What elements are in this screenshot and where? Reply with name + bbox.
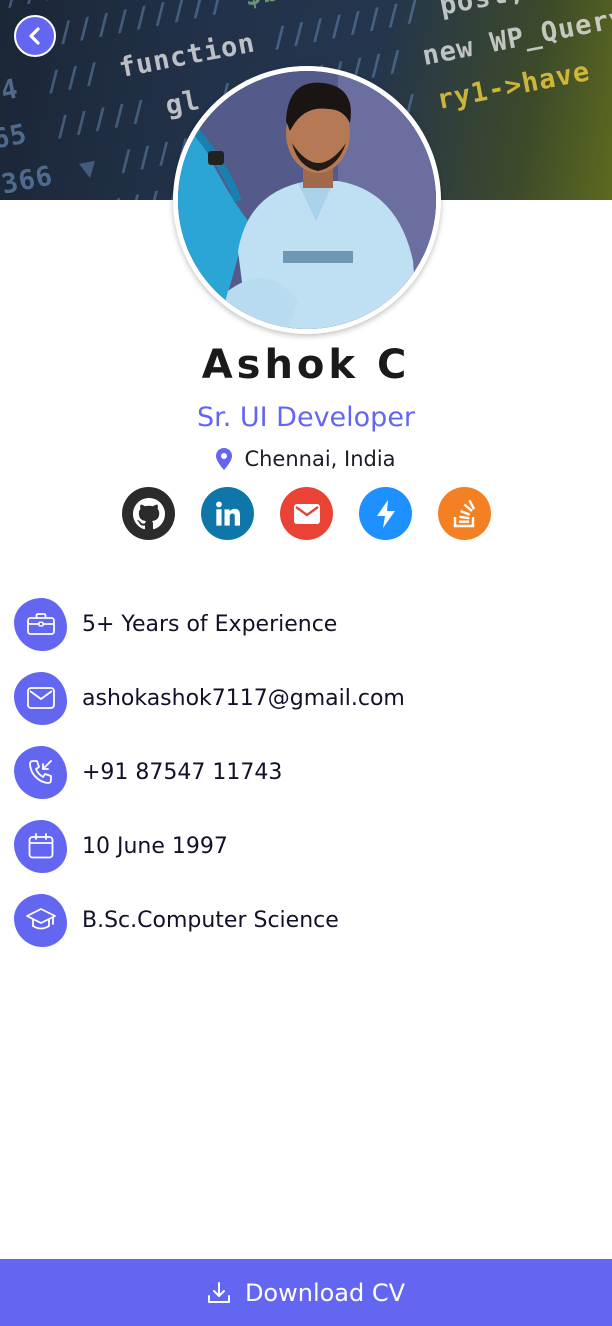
download-icon — [207, 1281, 230, 1303]
email-button[interactable] — [280, 487, 333, 540]
info-text: 10 June 1997 — [82, 833, 228, 859]
calendar-icon-badge — [14, 819, 67, 873]
profile-page: ////////// wp_query 3/////////// $best_r… — [0, 0, 612, 1326]
graduation-cap-icon-badge — [14, 893, 67, 947]
lightning-icon — [376, 499, 395, 528]
linkedin-icon — [215, 501, 240, 526]
info-education: B.Sc.Computer Science — [14, 893, 405, 947]
location-pin-icon — [216, 448, 233, 470]
info-text[interactable]: +91 87547 11743 — [82, 760, 282, 785]
mail-icon-badge — [14, 671, 67, 725]
chevron-left-icon — [29, 27, 40, 45]
linkedin-button[interactable] — [201, 487, 254, 540]
location-text: Chennai, India — [244, 447, 396, 471]
calendar-icon — [28, 833, 53, 859]
info-phone: +91 87547 11743 — [14, 745, 405, 799]
info-experience: 5+ Years of Experience — [14, 597, 405, 651]
download-cv-button[interactable]: Download CV — [0, 1259, 612, 1326]
info-email: ashokashok7117@gmail.com — [14, 671, 405, 725]
phone-icon-badge — [14, 745, 67, 799]
mail-icon — [293, 503, 320, 524]
briefcase-icon — [26, 613, 55, 635]
info-text: 5+ Years of Experience — [82, 611, 338, 637]
mail-icon — [26, 687, 55, 709]
briefcase-icon-badge — [14, 597, 67, 651]
stackoverflow-icon — [453, 499, 475, 527]
github-button[interactable] — [122, 487, 175, 540]
avatar-photo — [178, 71, 436, 329]
info-text: B.Sc.Computer Science — [82, 907, 339, 933]
github-icon — [132, 497, 165, 529]
back-button[interactable] — [14, 15, 56, 57]
lightning-button[interactable] — [359, 487, 412, 540]
info-text[interactable]: ashokashok7117@gmail.com — [82, 686, 405, 711]
profile-role: Sr. UI Developer — [196, 402, 416, 433]
avatar — [173, 66, 441, 334]
stackoverflow-button[interactable] — [438, 487, 491, 540]
graduation-cap-icon — [25, 908, 56, 930]
download-cv-label: Download CV — [244, 1278, 406, 1307]
profile-name: Ashok C — [201, 342, 411, 388]
profile-location: Chennai, India — [0, 447, 612, 471]
social-links — [122, 487, 491, 540]
person-illustration — [178, 71, 436, 329]
info-list: 5+ Years of Experience ashokashok7117@gm… — [14, 597, 405, 967]
info-birthdate: 10 June 1997 — [14, 819, 405, 873]
phone-icon — [28, 760, 52, 784]
